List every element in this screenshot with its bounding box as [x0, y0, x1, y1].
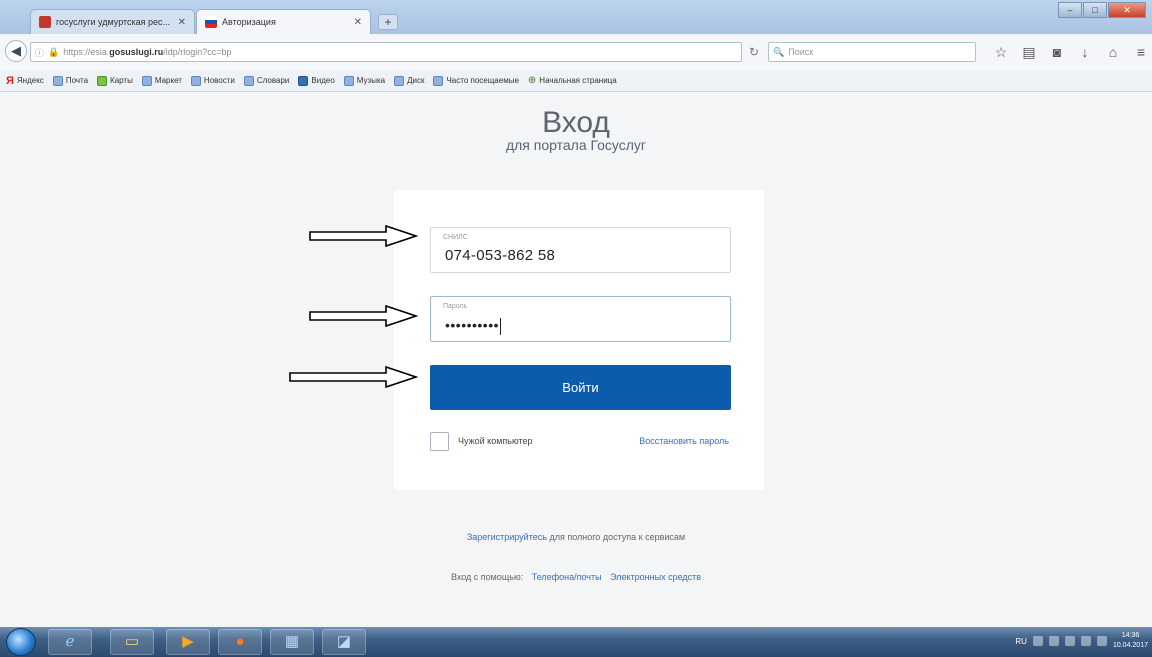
maximize-button[interactable]: □ — [1083, 2, 1107, 18]
snils-value: 074-053-862 58 — [445, 247, 556, 264]
navigation-bar: ◀ ⓘ 🔒 https://esia.gosuslugi.ru/idp/rlog… — [0, 34, 1152, 70]
taskbar-control-panel-icon[interactable]: ▦ — [270, 629, 314, 655]
page-subtitle: для портала Госуслуг — [505, 137, 647, 153]
taskbar-firefox-icon[interactable]: ● — [218, 629, 262, 655]
tray-app-icon[interactable] — [1032, 636, 1043, 646]
arrow-to-login-button-icon — [289, 365, 419, 389]
alien-computer-checkbox[interactable] — [430, 432, 449, 451]
password-value: •••••••••• — [445, 317, 502, 335]
search-input[interactable]: 🔍 Поиск — [768, 42, 976, 62]
home-icon[interactable]: ⌂ — [1104, 42, 1122, 62]
password-field[interactable]: Пароль •••••••••• — [430, 296, 731, 342]
taskbar-ie-icon[interactable]: ℯ — [48, 629, 92, 655]
login-with-digital-link[interactable]: Электронных средств — [610, 572, 701, 582]
login-with-label: Вход с помощью: — [450, 572, 524, 582]
maps-icon — [97, 75, 108, 86]
register-line: Зарегистрируйтесь для полного доступа к … — [0, 532, 1152, 542]
arrow-to-snils-icon — [309, 224, 419, 248]
bookmark-news[interactable]: Новости — [190, 75, 235, 86]
bookmark-start-page[interactable]: ⊕ Начальная страница — [528, 75, 617, 86]
bookmark-mail[interactable]: Почта — [52, 75, 88, 86]
taskbar-explorer-icon[interactable]: ▭ — [110, 629, 154, 655]
register-link[interactable]: Зарегистрируйтесь — [467, 532, 547, 542]
bookmark-star-icon[interactable]: ☆ — [992, 42, 1010, 62]
folder-icon — [343, 75, 354, 86]
bookmark-video[interactable]: Видео — [298, 75, 335, 86]
new-tab-button[interactable]: + — [378, 14, 398, 30]
close-tab-icon[interactable]: ✕ — [178, 17, 186, 28]
bookmark-market[interactable]: Маркет — [141, 75, 182, 86]
clock[interactable]: 14:36 10.04.2017 — [1113, 631, 1148, 651]
login-page: Вход для портала Госуслуг СНИЛС 074-053-… — [0, 92, 1152, 627]
reload-icon[interactable]: ↻ — [744, 42, 764, 62]
search-placeholder: Поиск — [788, 47, 814, 57]
taskbar-media-player-icon[interactable]: ▶ — [166, 629, 210, 655]
alien-computer-label[interactable]: Чужой компьютер — [458, 436, 533, 446]
close-tab-icon[interactable]: ✕ — [354, 17, 362, 28]
bookmark-disk[interactable]: Диск — [394, 75, 424, 86]
snils-label: СНИЛС — [443, 234, 468, 241]
login-with-phone-link[interactable]: Телефона/почты — [532, 572, 602, 582]
bookmark-frequent[interactable]: Часто посещаемые — [433, 75, 519, 86]
bookmarks-bar: Я Яндекс Почта Карты Маркет Новости Слова… — [0, 70, 1152, 92]
restore-password-link[interactable]: Восстановить пароль — [639, 436, 729, 446]
register-text: для полного доступа к сервисам — [546, 532, 686, 542]
download-icon[interactable]: ↓ — [1076, 42, 1094, 62]
tab-gosuslugi-udmurtia[interactable]: госуслуги удмуртская рес... ✕ — [30, 9, 195, 34]
gosuslugi-favicon-icon — [205, 16, 217, 28]
bookmarks-menu-icon[interactable]: ▤ — [1020, 42, 1038, 62]
tray-app-icon[interactable] — [1064, 636, 1075, 646]
login-form: СНИЛС 074-053-862 58 Пароль •••••••••• В… — [394, 190, 764, 490]
start-button[interactable] — [6, 628, 36, 656]
info-icon[interactable]: ⓘ — [35, 46, 44, 59]
login-with-line: Вход с помощью: Телефона/почты Электронн… — [0, 572, 1152, 582]
tray-app-icon[interactable] — [1048, 636, 1059, 646]
folder-icon — [394, 75, 405, 86]
text-caret — [500, 317, 502, 335]
bookmark-dictionaries[interactable]: Словари — [243, 75, 289, 86]
network-icon[interactable] — [1080, 636, 1091, 646]
gosuslugi-favicon-icon — [39, 16, 51, 28]
browser-title-bar: госуслуги удмуртская рес... ✕ Авторизаци… — [0, 0, 1152, 34]
login-button[interactable]: Войти — [430, 365, 731, 410]
menu-icon[interactable]: ≡ — [1132, 42, 1150, 62]
lock-icon: 🔒 — [48, 46, 60, 57]
minimize-button[interactable]: – — [1058, 2, 1082, 18]
options-row: Чужой компьютер Восстановить пароль — [430, 432, 731, 454]
page-title: Вход — [542, 106, 610, 139]
language-indicator[interactable]: RU — [1015, 637, 1027, 646]
window-controls: – □ ✕ — [1058, 2, 1146, 18]
arrow-to-password-icon — [309, 304, 419, 328]
folder-icon — [141, 75, 152, 86]
folder-icon — [243, 75, 254, 86]
clock-time: 14:36 — [1121, 632, 1140, 639]
password-label: Пароль — [443, 303, 468, 310]
folder-icon — [52, 75, 63, 86]
folder-icon — [433, 75, 444, 86]
url-text: https://esia.gosuslugi.ru/idp/rlogin?cc=… — [63, 47, 232, 57]
bookmark-yandex[interactable]: Я Яндекс — [6, 75, 44, 87]
history-icon: ⊕ — [527, 75, 537, 86]
tab-label: Авторизация — [222, 17, 276, 27]
tab-authorization[interactable]: Авторизация ✕ — [196, 9, 371, 34]
snils-field[interactable]: СНИЛС 074-053-862 58 — [430, 227, 731, 273]
taskbar-paint-icon[interactable]: ◪ — [322, 629, 366, 655]
search-icon: 🔍 — [773, 46, 785, 57]
back-button[interactable]: ◀ — [5, 40, 27, 62]
folder-icon — [190, 75, 201, 86]
system-tray: RU 14:36 10.04.2017 — [1015, 631, 1148, 651]
bookmark-maps[interactable]: Карты — [97, 75, 133, 86]
toolbar-icons: ☆ ▤ ◙ ↓ ⌂ ≡ — [992, 42, 1150, 62]
yandex-icon: Я — [6, 74, 14, 87]
clock-date: 10.04.2017 — [1112, 642, 1148, 649]
windows-taskbar: ℯ ▭ ▶ ● ▦ ◪ RU 14:36 10.04.2017 — [0, 627, 1152, 657]
close-window-button[interactable]: ✕ — [1108, 2, 1146, 18]
bookmark-music[interactable]: Музыка — [343, 75, 385, 86]
video-icon — [298, 75, 309, 86]
pocket-icon[interactable]: ◙ — [1048, 42, 1066, 62]
tab-label: госуслуги удмуртская рес... — [56, 17, 171, 27]
volume-icon[interactable] — [1096, 636, 1107, 646]
address-bar[interactable]: ⓘ 🔒 https://esia.gosuslugi.ru/idp/rlogin… — [30, 42, 742, 62]
